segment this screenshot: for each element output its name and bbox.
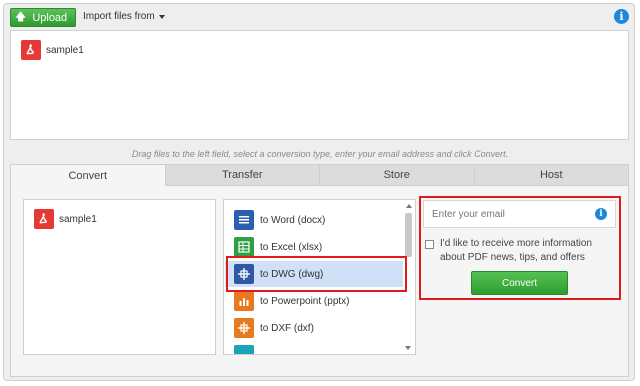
dwg-crosshair-icon	[234, 264, 254, 284]
file-drop-area[interactable]: sample1	[10, 30, 629, 140]
conversion-label: to DXF (dxf)	[260, 322, 314, 334]
import-label: Import files from	[83, 11, 155, 22]
upload-label: Upload	[32, 11, 68, 24]
file-name: sample1	[46, 44, 84, 56]
email-form: i I'd like to receive more information a…	[423, 200, 616, 295]
conversion-option-partial[interactable]	[225, 342, 403, 354]
import-files-dropdown[interactable]: Import files from	[83, 11, 165, 22]
list-scrollbar[interactable]	[404, 202, 413, 352]
info-icon[interactable]: i	[614, 9, 629, 24]
word-document-icon	[234, 210, 254, 230]
conversion-option-dwg[interactable]: to DWG (dwg)	[225, 261, 403, 287]
partial-file-icon	[234, 345, 254, 354]
email-info-icon[interactable]: i	[595, 208, 607, 220]
upload-arrow-icon: 🡅	[15, 11, 27, 23]
conversion-option-dxf[interactable]: to DXF (dxf)	[225, 315, 403, 341]
upload-button[interactable]: 🡅 Upload	[10, 8, 76, 27]
excel-sheet-icon	[234, 237, 254, 257]
conversion-option-word[interactable]: to Word (docx)	[225, 207, 403, 233]
newsletter-checkbox[interactable]	[425, 240, 434, 249]
pdf-file-icon	[34, 209, 54, 229]
convert-button[interactable]: Convert	[471, 271, 568, 295]
tab-transfer[interactable]: Transfer	[165, 164, 320, 186]
scroll-up-icon[interactable]	[405, 204, 412, 208]
conversion-label: to DWG (dwg)	[260, 268, 324, 280]
caret-down-icon	[158, 15, 165, 19]
tab-store[interactable]: Store	[320, 164, 475, 186]
conversion-type-list[interactable]: to Word (docx) to Excel (xlsx) to DWG (d…	[223, 199, 416, 355]
tab-host[interactable]: Host	[474, 164, 629, 186]
instruction-hint: Drag files to the left field, select a c…	[131, 149, 509, 159]
newsletter-label: I'd like to receive more information abo…	[440, 238, 592, 263]
tab-convert[interactable]: Convert	[10, 164, 166, 186]
file-name: sample1	[59, 213, 97, 225]
conversion-option-excel[interactable]: to Excel (xlsx)	[225, 234, 403, 260]
tab-bar: Convert Transfer Store Host	[10, 164, 629, 186]
email-input[interactable]	[423, 200, 616, 228]
conversion-label: to Excel (xlsx)	[260, 241, 323, 253]
conversion-label: to Word (docx)	[260, 214, 326, 226]
conversion-label: to Powerpoint (pptx)	[260, 295, 350, 307]
dxf-crosshair-icon	[234, 318, 254, 338]
pdf-file-icon	[21, 40, 41, 60]
file-item[interactable]: sample1	[21, 40, 84, 60]
file-item[interactable]: sample1	[34, 209, 97, 229]
powerpoint-chart-icon	[234, 291, 254, 311]
selected-files-box[interactable]: sample1	[23, 199, 216, 355]
scroll-down-icon[interactable]	[405, 346, 411, 350]
scroll-thumb[interactable]	[405, 213, 412, 257]
conversion-option-powerpoint[interactable]: to Powerpoint (pptx)	[225, 288, 403, 314]
